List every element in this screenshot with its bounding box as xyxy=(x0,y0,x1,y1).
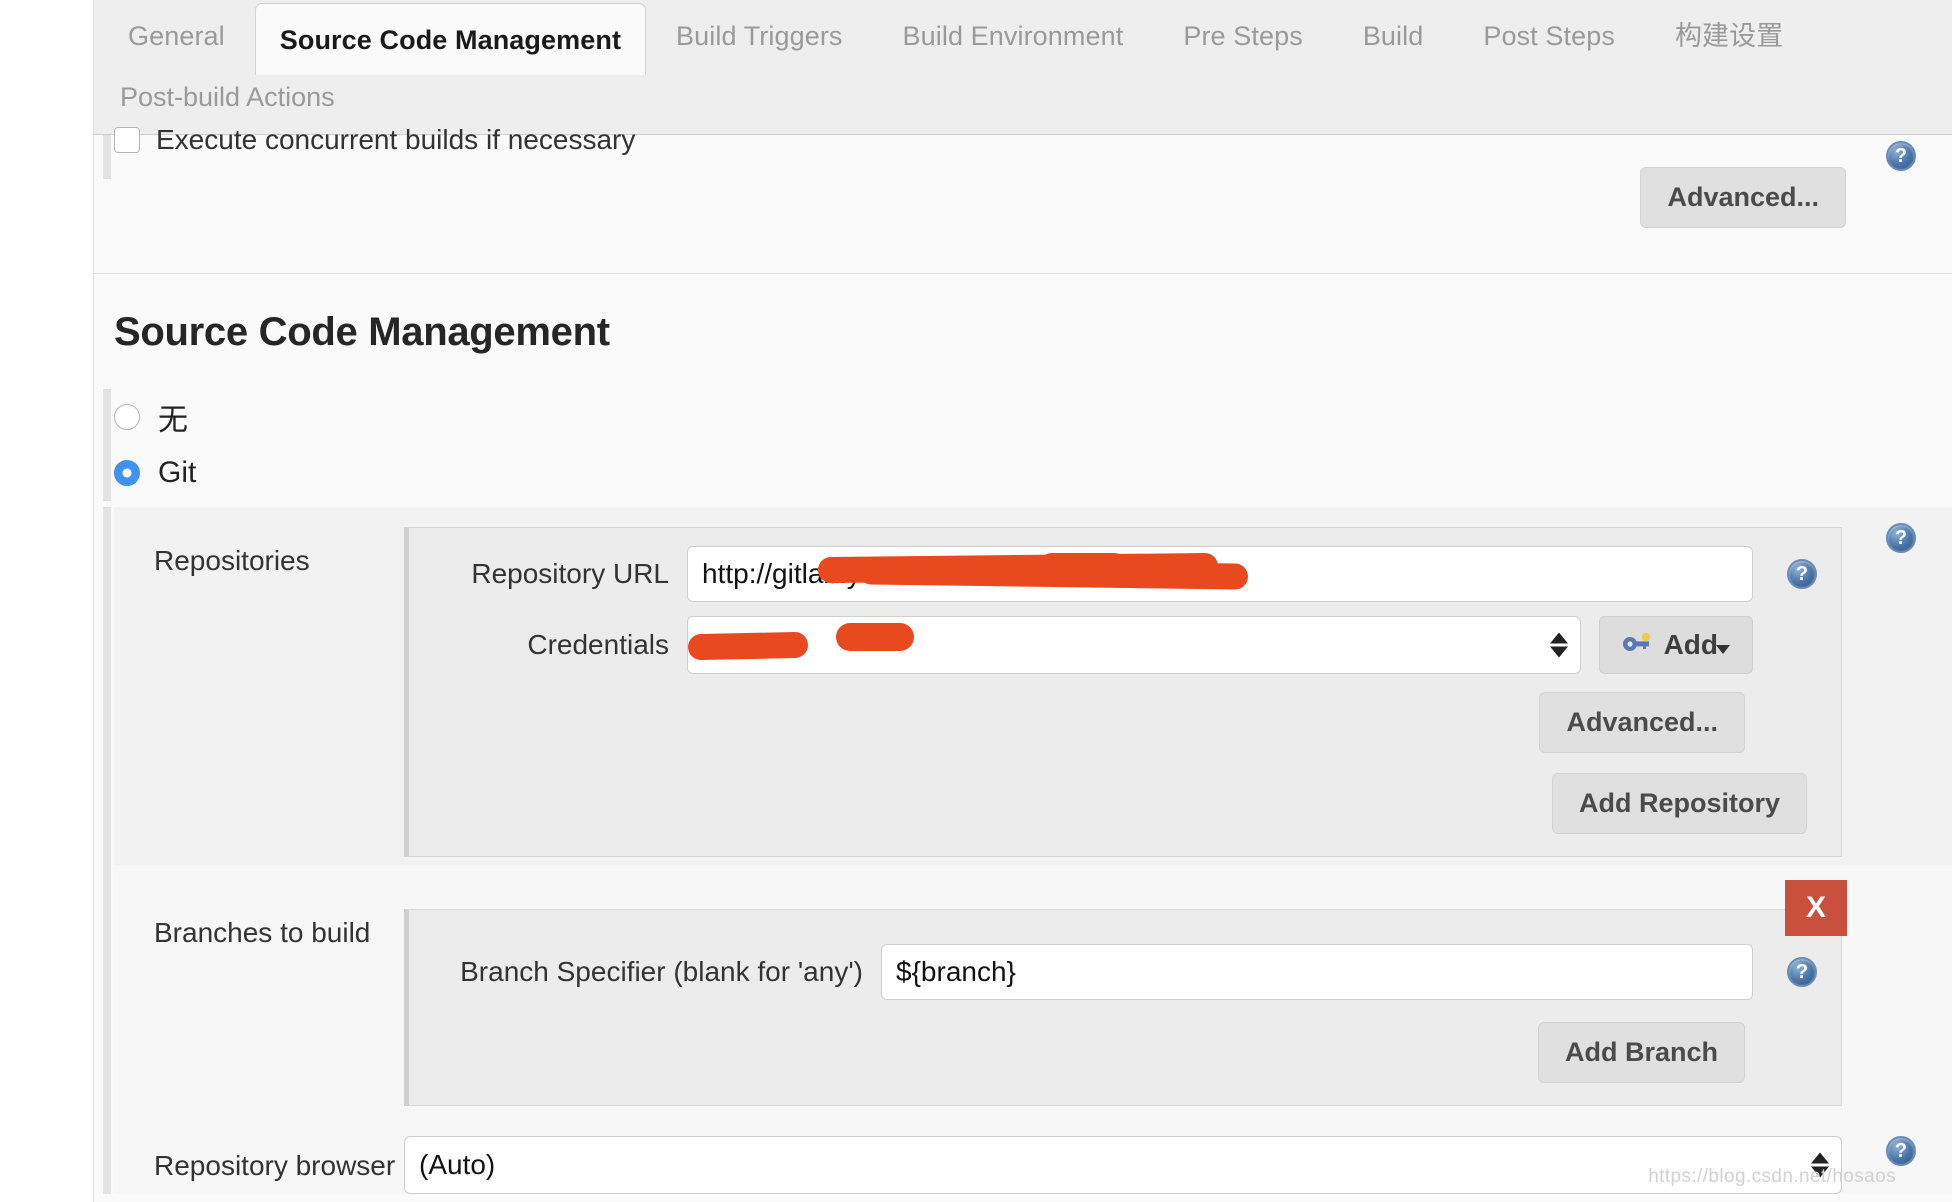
redaction-mark xyxy=(858,558,1248,589)
page-root: General Source Code Management Build Tri… xyxy=(0,0,1952,1202)
repositories-help-wrapper: ? xyxy=(1886,523,1916,553)
repositories-panel: Repository URL http://gitlab.y ? Credent… xyxy=(404,527,1842,857)
general-advanced-wrapper: Advanced... xyxy=(1640,167,1846,228)
repository-url-row: Repository URL http://gitlab.y ? xyxy=(433,546,1817,602)
branches-panel: X Branch Specifier (blank for 'any') ${b… xyxy=(404,909,1842,1106)
branch-specifier-row: Branch Specifier (blank for 'any') ${bra… xyxy=(433,944,1817,1000)
branches-label: Branches to build xyxy=(114,891,404,949)
scm-option-none[interactable]: 无 xyxy=(114,389,1952,445)
config-tab-bar: General Source Code Management Build Tri… xyxy=(94,0,1952,135)
radio-group-stripe xyxy=(103,389,111,501)
radio-none[interactable] xyxy=(114,404,140,430)
concurrent-builds-row[interactable]: Execute concurrent builds if necessary xyxy=(114,121,635,159)
radio-git[interactable] xyxy=(114,460,140,486)
help-icon[interactable]: ? xyxy=(1886,141,1916,171)
scm-option-none-label: 无 xyxy=(158,395,188,439)
branch-specifier-value: ${branch} xyxy=(896,956,1016,988)
redaction-mark xyxy=(1038,553,1128,581)
chevron-down-icon xyxy=(1716,645,1730,654)
credentials-label: Credentials xyxy=(433,629,669,661)
general-settings-tail: Execute concurrent builds if necessary ?… xyxy=(94,135,1952,274)
help-icon[interactable]: ? xyxy=(1787,559,1817,589)
tab-build-environment[interactable]: Build Environment xyxy=(873,0,1154,52)
page-title: Source Code Management xyxy=(94,274,1952,355)
tab-post-steps[interactable]: Post Steps xyxy=(1453,0,1645,52)
redaction-mark xyxy=(688,632,809,661)
add-branch-row: Add Branch xyxy=(433,1022,1817,1083)
tab-build[interactable]: Build xyxy=(1333,0,1454,52)
tab-build-settings[interactable]: 构建设置 xyxy=(1645,0,1813,52)
tab-build-triggers[interactable]: Build Triggers xyxy=(646,0,872,52)
repository-url-label: Repository URL xyxy=(433,558,669,590)
add-credentials-button[interactable]: Add xyxy=(1599,616,1753,674)
scm-option-git[interactable]: Git xyxy=(114,445,1952,501)
redaction-mark xyxy=(836,623,914,651)
repository-advanced-row: Advanced... xyxy=(433,692,1817,753)
credentials-row: Credentials xyxy=(433,616,1817,674)
branches-row: Branches to build X Branch Specifier (bl… xyxy=(114,865,1952,1114)
repository-browser-row: Repository browser (Auto) ? xyxy=(114,1114,1952,1194)
advanced-button-general[interactable]: Advanced... xyxy=(1640,167,1846,228)
scm-section: Source Code Management 无 Git Repositor xyxy=(94,274,1952,1194)
concurrent-builds-checkbox[interactable] xyxy=(114,127,140,153)
scm-option-git-label: Git xyxy=(158,456,196,490)
credentials-select[interactable] xyxy=(687,616,1581,674)
content-column: General Source Code Management Build Tri… xyxy=(93,0,1952,1202)
add-credentials-label: Add xyxy=(1664,629,1718,661)
help-icon[interactable]: ? xyxy=(1886,1136,1916,1166)
section-stripe xyxy=(103,135,111,179)
add-repository-button[interactable]: Add Repository xyxy=(1552,773,1807,834)
tab-source-code-management[interactable]: Source Code Management xyxy=(255,3,646,75)
select-spinner-icon[interactable] xyxy=(1550,633,1568,658)
concurrent-builds-label: Execute concurrent builds if necessary xyxy=(156,124,635,156)
delete-branch-button[interactable]: X xyxy=(1785,880,1847,936)
general-help-icon-wrapper: ? xyxy=(1886,141,1916,171)
repository-browser-value: (Auto) xyxy=(419,1149,495,1181)
repository-url-value: http://gitlab.y xyxy=(702,558,861,590)
repositories-label: Repositories xyxy=(114,519,404,577)
git-config-body: Repositories Repository URL http://gitla… xyxy=(94,507,1952,1194)
add-repository-row: Add Repository xyxy=(433,773,1817,834)
select-spinner-icon[interactable] xyxy=(1811,1153,1829,1178)
tab-row-primary: General Source Code Management Build Tri… xyxy=(94,0,1952,70)
tab-pre-steps[interactable]: Pre Steps xyxy=(1153,0,1332,52)
repository-browser-select[interactable]: (Auto) xyxy=(404,1136,1842,1194)
repository-url-input[interactable]: http://gitlab.y xyxy=(687,546,1753,602)
repository-browser-field-wrapper: (Auto) xyxy=(404,1128,1842,1194)
repositories-row: Repositories Repository URL http://gitla… xyxy=(114,507,1952,865)
help-icon[interactable]: ? xyxy=(1787,957,1817,987)
repository-browser-help-wrapper: ? xyxy=(1886,1136,1916,1166)
add-branch-button[interactable]: Add Branch xyxy=(1538,1022,1745,1083)
scm-type-radio-group: 无 Git xyxy=(94,389,1952,501)
tab-general[interactable]: General xyxy=(94,0,255,52)
git-body-stripe xyxy=(103,507,111,1194)
repository-browser-label: Repository browser xyxy=(114,1128,404,1182)
redaction-mark xyxy=(818,553,1218,583)
branch-specifier-label: Branch Specifier (blank for 'any') xyxy=(433,956,863,988)
branch-specifier-input[interactable]: ${branch} xyxy=(881,944,1753,1000)
help-icon[interactable]: ? xyxy=(1886,523,1916,553)
advanced-button-repository[interactable]: Advanced... xyxy=(1539,692,1745,753)
tab-post-build-actions[interactable]: Post-build Actions xyxy=(120,70,365,113)
key-icon xyxy=(1622,629,1652,661)
